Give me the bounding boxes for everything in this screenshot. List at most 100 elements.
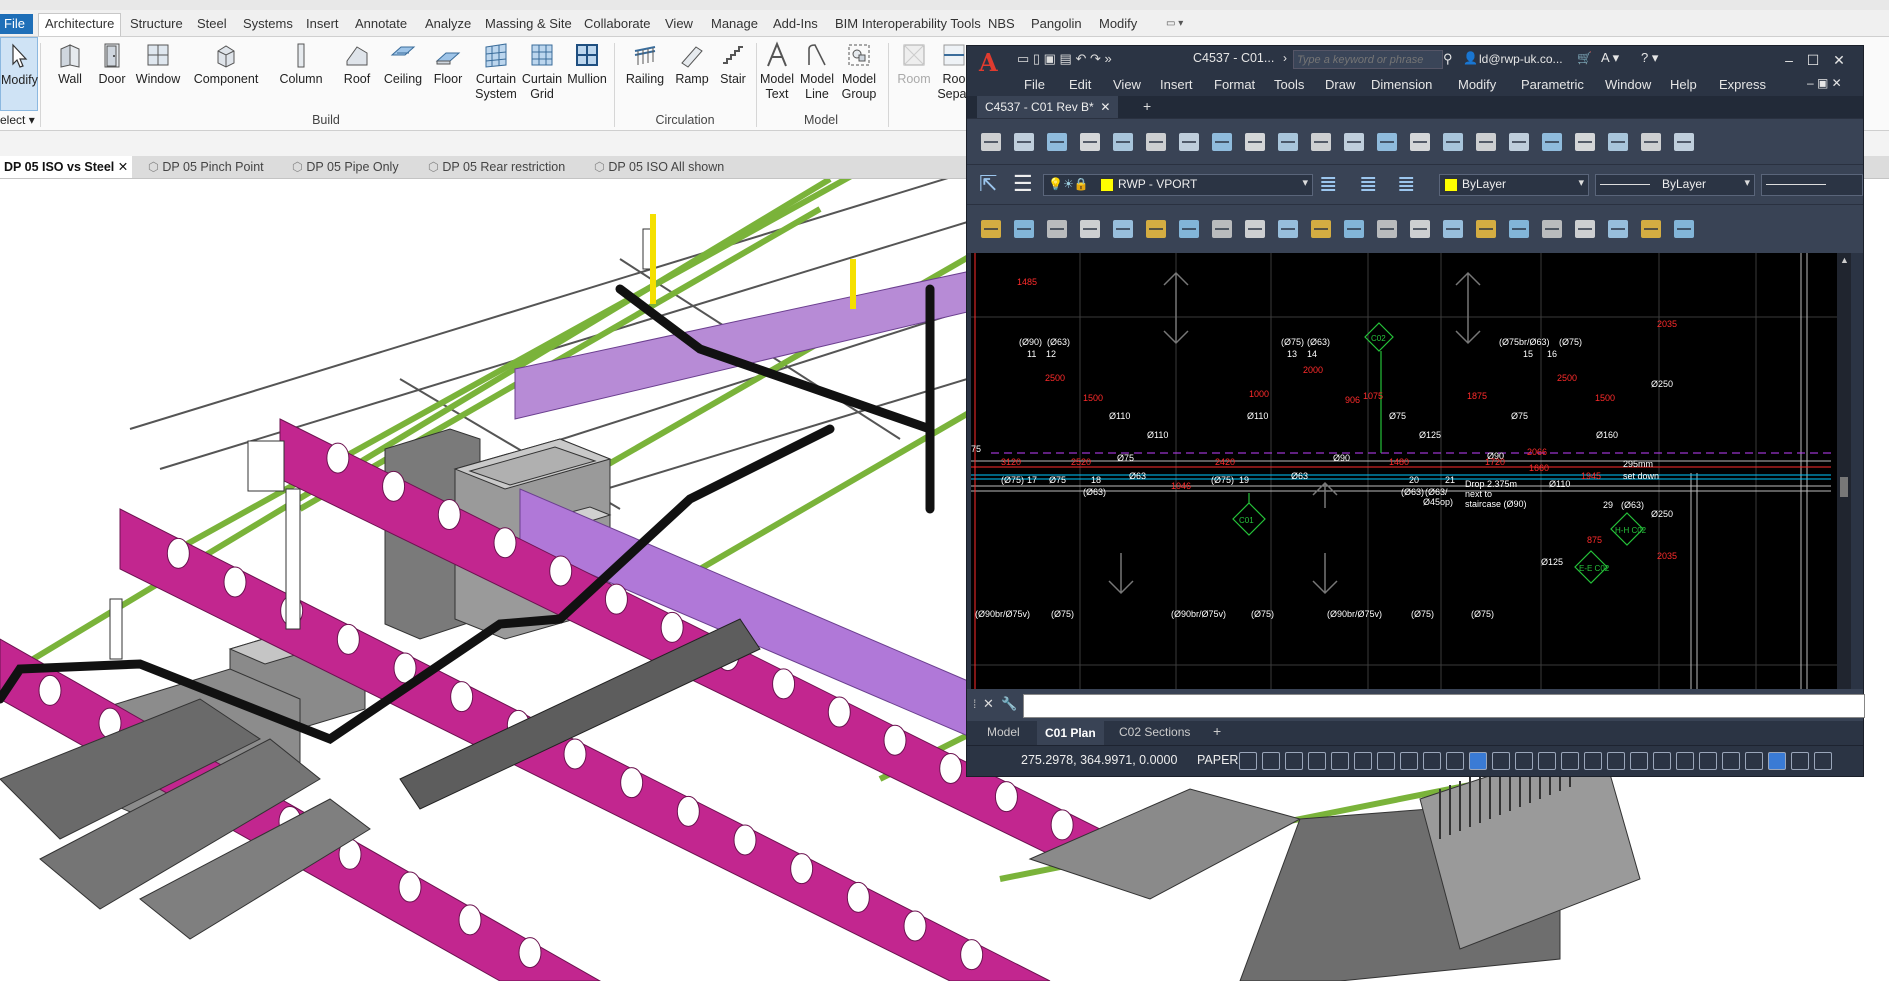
menu-window[interactable]: Window xyxy=(1605,77,1651,92)
toolbar-tool-icon[interactable] xyxy=(1505,215,1533,243)
command-grip-icon[interactable]: ⁞ xyxy=(973,697,976,711)
toolbar-tool-icon[interactable] xyxy=(1340,215,1368,243)
ramp-button[interactable]: Ramp xyxy=(672,37,712,111)
menu-edit[interactable]: Edit xyxy=(1069,77,1091,92)
status-toggle-icon[interactable] xyxy=(1722,752,1740,770)
scroll-up-icon[interactable]: ▲ xyxy=(1840,255,1849,265)
model-line-button[interactable]: Model Line xyxy=(798,37,836,111)
status-toggle-icon[interactable] xyxy=(1584,752,1602,770)
toolbar-tool-icon[interactable] xyxy=(1373,215,1401,243)
close-icon[interactable]: ✕ xyxy=(1100,100,1110,114)
linetype-dropdown[interactable]: ByLayer ▾ xyxy=(1595,174,1755,196)
match-properties-icon[interactable]: ⇱ xyxy=(979,171,997,197)
close-button[interactable]: ✕ xyxy=(1829,50,1849,70)
add-layout-button[interactable]: + xyxy=(1213,723,1221,739)
menu-tools[interactable]: Tools xyxy=(1274,77,1304,92)
status-toggle-icon[interactable] xyxy=(1745,752,1763,770)
window-button[interactable]: Window xyxy=(134,37,182,111)
view-tab-iso-vs-steel[interactable]: DP 05 ISO vs Steel ✕ xyxy=(0,156,133,178)
layer-properties-icon[interactable]: ☰ xyxy=(1013,171,1033,197)
toolbar-tool-icon[interactable] xyxy=(1604,215,1632,243)
make-current-layer-icon[interactable]: ≣ xyxy=(1319,171,1337,197)
doc-tab-active[interactable]: C4537 - C01 Rev B* ✕ xyxy=(977,96,1119,118)
doc-window-controls[interactable]: – ▣ ✕ xyxy=(1807,76,1842,90)
toolbar-tool-icon[interactable] xyxy=(1307,128,1335,156)
new-tab-button[interactable]: + xyxy=(1143,98,1151,114)
autodesk-a360-icon[interactable]: A ▾ xyxy=(1601,50,1619,66)
toolbar-tool-icon[interactable] xyxy=(1505,128,1533,156)
curtain-system-button[interactable]: Curtain System xyxy=(474,37,518,111)
toolbar-tool-icon[interactable] xyxy=(1109,215,1137,243)
toolbar-tool-icon[interactable] xyxy=(1406,215,1434,243)
tab-collaborate[interactable]: Collaborate xyxy=(584,14,651,34)
tab-bim-interoperability[interactable]: BIM Interoperability Tools xyxy=(835,14,981,34)
status-toggle-icon[interactable] xyxy=(1768,752,1786,770)
tab-structure[interactable]: Structure xyxy=(130,14,183,34)
toolbar-tool-icon[interactable] xyxy=(1340,128,1368,156)
status-toggle-icon[interactable] xyxy=(1423,752,1441,770)
toolbar-tool-icon[interactable] xyxy=(1307,215,1335,243)
toolbar-tool-icon[interactable] xyxy=(1076,128,1104,156)
cart-icon[interactable]: 🛒 xyxy=(1577,51,1592,65)
status-toggle-icon[interactable] xyxy=(1630,752,1648,770)
toolbar-tool-icon[interactable] xyxy=(1373,128,1401,156)
tab-architecture[interactable]: Architecture xyxy=(38,13,122,36)
toolbar-tool-icon[interactable] xyxy=(1109,128,1137,156)
status-toggle-icon[interactable] xyxy=(1285,752,1303,770)
room-button[interactable]: Room xyxy=(894,37,934,111)
space-toggle[interactable]: PAPER xyxy=(1197,753,1238,767)
help-icon[interactable]: ? ▾ xyxy=(1641,50,1658,66)
tab-modify[interactable]: Modify xyxy=(1099,14,1137,34)
menu-file[interactable]: File xyxy=(1024,77,1045,92)
status-toggle-icon[interactable] xyxy=(1469,752,1487,770)
tab-annotate[interactable]: Annotate xyxy=(355,14,407,34)
toolbar-tool-icon[interactable] xyxy=(1274,215,1302,243)
user-account[interactable]: ld@rwp-uk.co... xyxy=(1479,52,1563,66)
menu-parametric[interactable]: Parametric xyxy=(1521,77,1584,92)
model-text-button[interactable]: Model Text xyxy=(758,37,796,111)
model-group-button[interactable]: Model Group xyxy=(838,37,880,111)
autocad-logo-icon[interactable]: A xyxy=(979,48,998,77)
layer-previous-icon[interactable]: ≣ xyxy=(1359,171,1377,197)
color-dropdown[interactable]: ByLayer ▾ xyxy=(1439,174,1589,196)
menu-format[interactable]: Format xyxy=(1214,77,1255,92)
status-toggle-icon[interactable] xyxy=(1791,752,1809,770)
status-toggle-icon[interactable] xyxy=(1699,752,1717,770)
status-toggle-icon[interactable] xyxy=(1492,752,1510,770)
status-toggle-icon[interactable] xyxy=(1377,752,1395,770)
toolbar-tool-icon[interactable] xyxy=(1670,215,1698,243)
toolbar-tool-icon[interactable] xyxy=(1142,215,1170,243)
floor-button[interactable]: Floor xyxy=(428,37,468,111)
toolbar-tool-icon[interactable] xyxy=(1175,128,1203,156)
layout-tab-c01-plan[interactable]: C01 Plan xyxy=(1037,721,1104,745)
toolbar-tool-icon[interactable] xyxy=(1076,215,1104,243)
layout-tab-model[interactable]: Model xyxy=(987,725,1020,739)
toolbar-tool-icon[interactable] xyxy=(1406,128,1434,156)
quick-access-icons[interactable]: ▭ ▯ ▣ ▤ ↶ ↷ » xyxy=(1017,51,1112,67)
close-icon[interactable]: ✕ xyxy=(118,160,128,174)
modify-button[interactable]: Modify xyxy=(0,37,38,111)
column-button[interactable]: Column xyxy=(278,37,324,111)
toolbar-tool-icon[interactable] xyxy=(977,215,1005,243)
tab-massing-site[interactable]: Massing & Site xyxy=(485,14,572,34)
tab-file[interactable]: File xyxy=(0,14,33,34)
vertical-scrollbar[interactable]: ▲ xyxy=(1837,253,1851,689)
toolbar-tool-icon[interactable] xyxy=(1637,128,1665,156)
roof-button[interactable]: Roof xyxy=(338,37,376,111)
menu-modify[interactable]: Modify xyxy=(1458,77,1496,92)
toolbar-tool-icon[interactable] xyxy=(1571,215,1599,243)
lineweight-dropdown[interactable] xyxy=(1761,174,1863,196)
toolbar-tool-icon[interactable] xyxy=(1010,128,1038,156)
tab-steel[interactable]: Steel xyxy=(197,14,227,34)
toolbar-tool-icon[interactable] xyxy=(1274,128,1302,156)
select-dropdown[interactable]: elect ▾ xyxy=(0,113,35,127)
status-toggle-icon[interactable] xyxy=(1814,752,1832,770)
mullion-button[interactable]: Mullion xyxy=(566,37,608,111)
ceiling-button[interactable]: Ceiling xyxy=(380,37,426,111)
wall-button[interactable]: Wall xyxy=(50,37,90,111)
status-toggle-icon[interactable] xyxy=(1561,752,1579,770)
status-toggle-icon[interactable] xyxy=(1354,752,1372,770)
toolbar-tool-icon[interactable] xyxy=(1637,215,1665,243)
railing-button[interactable]: Railing xyxy=(624,37,666,111)
status-toggle-icon[interactable] xyxy=(1446,752,1464,770)
